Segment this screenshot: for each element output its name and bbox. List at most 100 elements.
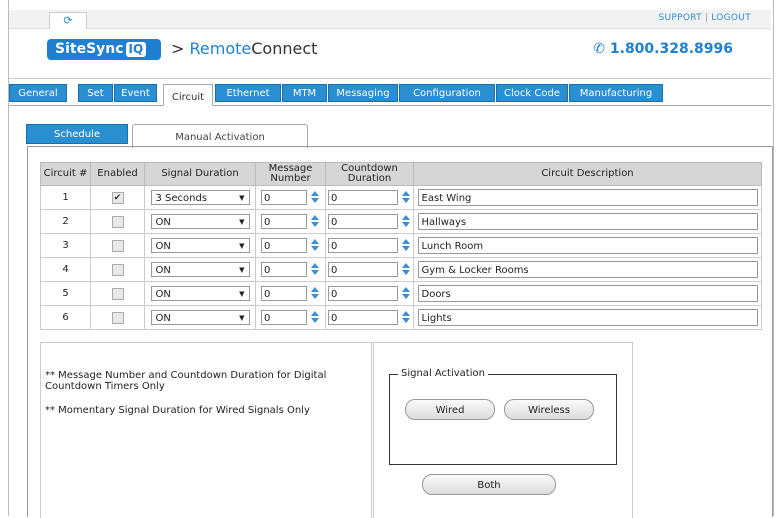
message-number-input[interactable]: 0	[261, 262, 307, 277]
col-enabled: Enabled	[90, 162, 145, 186]
countdown-duration-cell: 0	[325, 305, 414, 330]
note-momentary: ** Momentary Signal Duration for Wired S…	[45, 405, 310, 416]
tab-circuit[interactable]: Circuit	[163, 84, 213, 106]
enabled-checkbox[interactable]	[111, 311, 124, 324]
enabled-checkbox[interactable]	[111, 215, 124, 228]
tab-ethernet[interactable]: Ethernet	[215, 84, 281, 102]
signal-duration-value: ON	[155, 241, 171, 252]
circuit-number: 1	[40, 185, 91, 210]
signal-duration-select[interactable]: ON ▼	[150, 262, 250, 277]
signal-duration-select[interactable]: ON ▼	[150, 310, 250, 325]
signal-duration-cell: ON ▼	[144, 281, 256, 306]
tab-event[interactable]: Event	[114, 84, 157, 102]
message-number-spinner-icon[interactable]	[311, 286, 320, 301]
subtab-manual-activation[interactable]: Manual Activation	[132, 124, 308, 148]
sitesync-logo: SiteSync IQ	[47, 39, 161, 60]
top-bar: ⟳ SUPPORT | LOGOUT	[9, 10, 771, 29]
enabled-cell	[90, 281, 145, 306]
message-number-spinner-icon[interactable]	[311, 190, 320, 205]
col-signal-duration: Signal Duration	[144, 162, 256, 186]
circuit-number: 5	[40, 281, 91, 306]
signal-duration-value: ON	[155, 265, 171, 276]
message-number-input[interactable]: 0	[261, 190, 307, 205]
message-number-cell: 0	[255, 185, 326, 210]
tab-configuration[interactable]: Configuration	[399, 84, 495, 102]
main-nav: General Set Event Circuit Ethernet MTM M…	[9, 78, 771, 106]
enabled-checkbox[interactable]: ✔	[111, 191, 124, 204]
support-link[interactable]: SUPPORT	[658, 13, 701, 23]
tab-manufacturing[interactable]: Manufacturing	[569, 84, 663, 102]
circuit-table: Circuit # Enabled Signal Duration Messag…	[40, 162, 762, 330]
chevron-down-icon: ▼	[239, 290, 245, 298]
signal-duration-cell: ON ▼	[144, 233, 256, 258]
table-header-row: Circuit # Enabled Signal Duration Messag…	[40, 162, 762, 186]
countdown-duration-input[interactable]: 0	[328, 238, 398, 253]
tab-set[interactable]: Set	[78, 84, 113, 102]
description-cell: Lunch Room	[413, 233, 762, 258]
countdown-duration-spinner-icon[interactable]	[402, 238, 411, 253]
message-number-input[interactable]: 0	[261, 310, 307, 325]
countdown-duration-input[interactable]: 0	[328, 262, 398, 277]
countdown-duration-spinner-icon[interactable]	[402, 286, 411, 301]
circuit-description-input[interactable]: Hallways	[417, 213, 758, 230]
signal-duration-select[interactable]: 3 Seconds ▼	[150, 190, 250, 205]
countdown-duration-spinner-icon[interactable]	[402, 190, 411, 205]
enabled-cell: ✔	[90, 185, 145, 210]
enabled-checkbox[interactable]	[111, 263, 124, 276]
signal-duration-select[interactable]: ON ▼	[150, 214, 250, 229]
signal-duration-select[interactable]: ON ▼	[150, 286, 250, 301]
circuit-description-input[interactable]: Lights	[417, 309, 758, 326]
table-row: 4 ON ▼ 0 0 Gym & Locker Rooms	[40, 257, 762, 282]
message-number-spinner-icon[interactable]	[311, 262, 320, 277]
enabled-cell	[90, 209, 145, 234]
enabled-cell	[90, 233, 145, 258]
countdown-duration-spinner-icon[interactable]	[402, 214, 411, 229]
message-number-spinner-icon[interactable]	[311, 214, 320, 229]
countdown-duration-cell: 0	[325, 209, 414, 234]
tab-messaging[interactable]: Messaging	[328, 84, 398, 102]
description-cell: East Wing	[413, 185, 762, 210]
circuit-description-input[interactable]: Gym & Locker Rooms	[417, 261, 758, 278]
message-number-spinner-icon[interactable]	[311, 238, 320, 253]
table-row: 6 ON ▼ 0 0 Lights	[40, 305, 762, 330]
enabled-checkbox[interactable]	[111, 239, 124, 252]
message-number-spinner-icon[interactable]	[311, 310, 320, 325]
home-arrow-icon[interactable]: ⟳	[49, 12, 87, 29]
table-row: 3 ON ▼ 0 0 Lunch Room	[40, 233, 762, 258]
brand-separator: >	[171, 39, 185, 58]
countdown-duration-input[interactable]: 0	[328, 310, 398, 325]
tab-clock-code[interactable]: Clock Code	[496, 84, 568, 102]
message-number-cell: 0	[255, 281, 326, 306]
message-number-input[interactable]: 0	[261, 214, 307, 229]
phone-number: ✆ 1.800.328.8996	[593, 41, 733, 57]
wireless-button[interactable]: Wireless	[504, 399, 594, 420]
wired-button[interactable]: Wired	[405, 399, 495, 420]
logo-text: SiteSync	[55, 41, 124, 57]
circuit-description-input[interactable]: East Wing	[417, 189, 758, 206]
tab-general[interactable]: General	[9, 84, 67, 102]
countdown-duration-input[interactable]: 0	[328, 214, 398, 229]
enabled-checkbox[interactable]	[111, 287, 124, 300]
message-number-input[interactable]: 0	[261, 238, 307, 253]
signal-activation-group: Signal Activation Wired Wireless	[389, 368, 617, 465]
message-number-input[interactable]: 0	[261, 286, 307, 301]
countdown-duration-spinner-icon[interactable]	[402, 262, 411, 277]
signal-duration-select[interactable]: ON ▼	[150, 238, 250, 253]
col-circuit: Circuit #	[40, 162, 91, 186]
signal-duration-cell: ON ▼	[144, 209, 256, 234]
circuit-number: 6	[40, 305, 91, 330]
countdown-duration-spinner-icon[interactable]	[402, 310, 411, 325]
col-description: Circuit Description	[413, 162, 762, 186]
countdown-duration-cell: 0	[325, 185, 414, 210]
circuit-number: 4	[40, 257, 91, 282]
circuit-description-input[interactable]: Doors	[417, 285, 758, 302]
logout-link[interactable]: LOGOUT	[711, 13, 751, 23]
countdown-duration-input[interactable]: 0	[328, 286, 398, 301]
countdown-duration-input[interactable]: 0	[328, 190, 398, 205]
both-button[interactable]: Both	[422, 474, 556, 495]
signal-duration-value: ON	[155, 289, 171, 300]
subtab-schedule[interactable]: Schedule	[26, 124, 128, 144]
tab-mtm[interactable]: MTM	[282, 84, 327, 102]
signal-activation-legend: Signal Activation	[398, 368, 488, 379]
circuit-description-input[interactable]: Lunch Room	[417, 237, 758, 254]
